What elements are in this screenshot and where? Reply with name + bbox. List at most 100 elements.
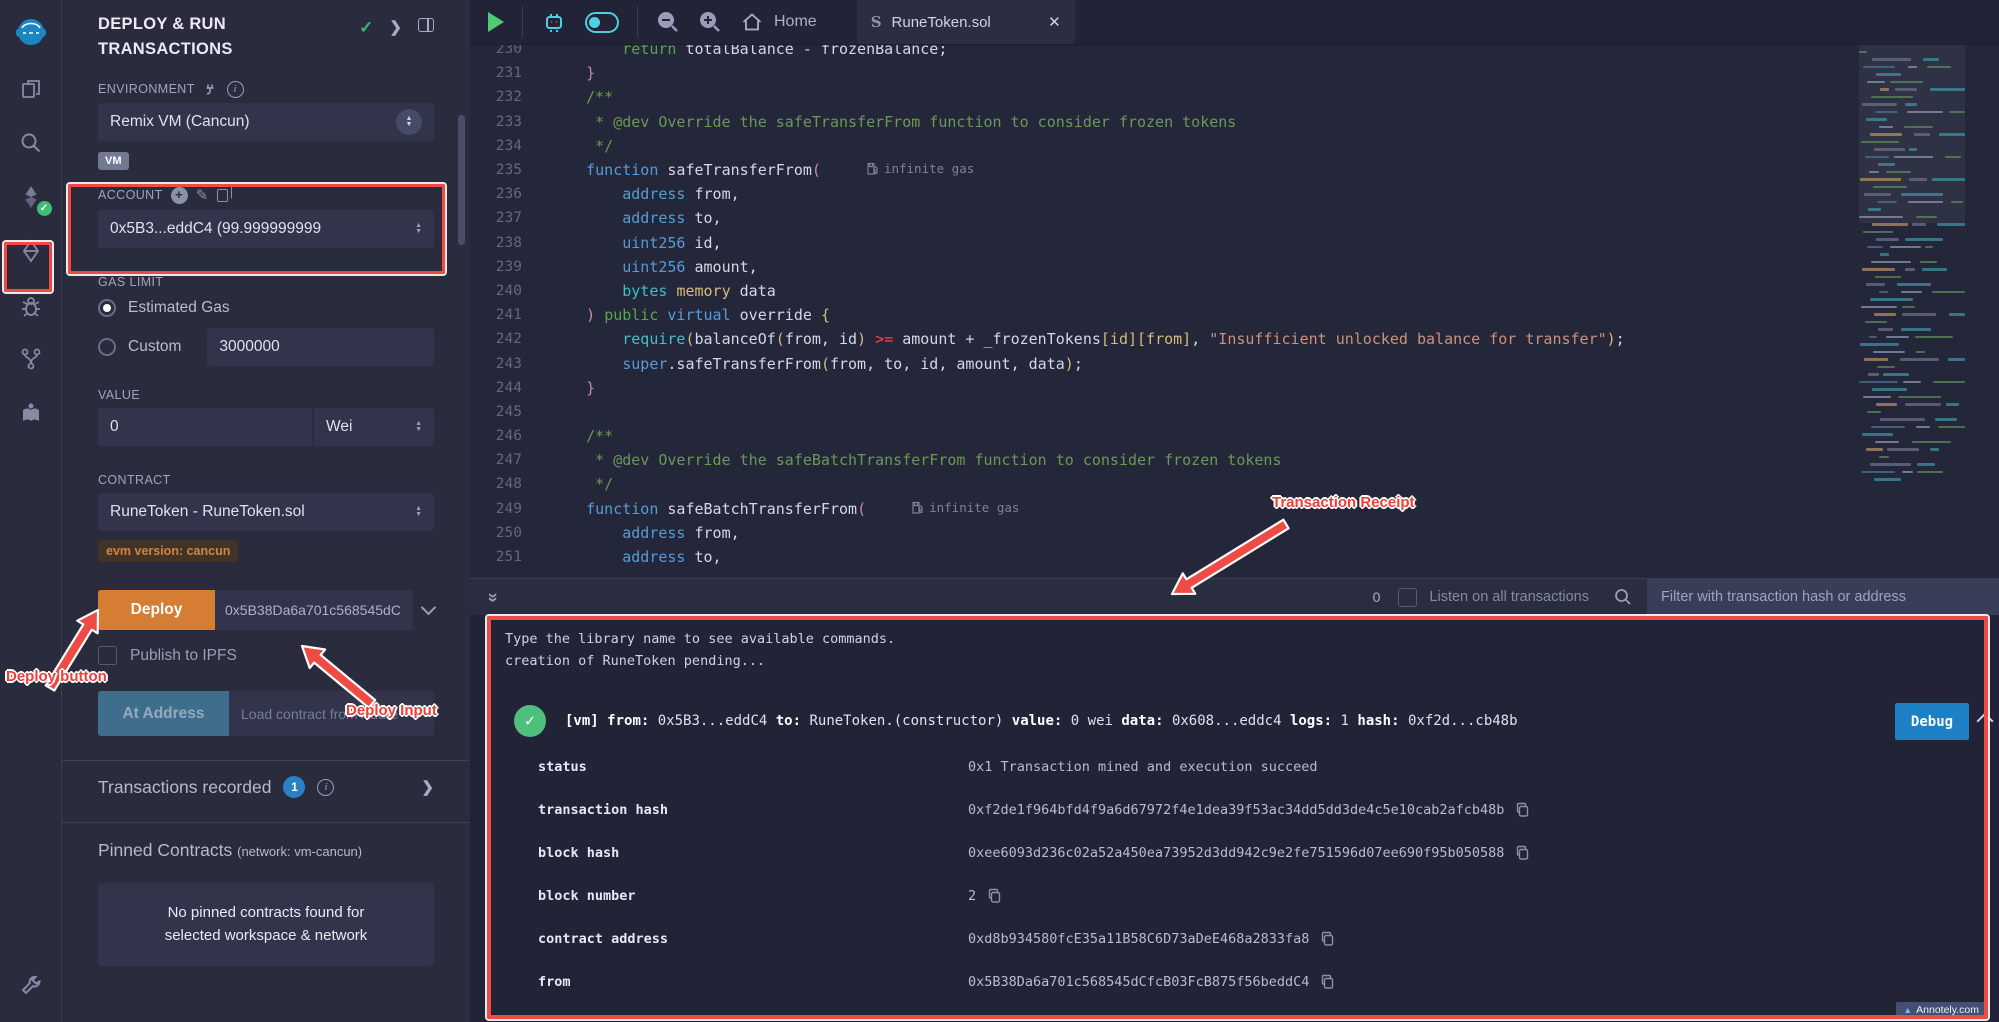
copy-icon[interactable] (1321, 974, 1334, 989)
estimated-gas-radio[interactable]: Estimated Gas (98, 299, 434, 317)
value-unit-select[interactable]: Wei ▲▼ (314, 408, 434, 446)
line-number[interactable]: 230 (470, 45, 522, 57)
transactions-recorded-row[interactable]: Transactions recorded 1 i ❯ (98, 776, 434, 798)
home-tab-label[interactable]: Home (774, 13, 817, 31)
zoom-out-icon[interactable] (656, 10, 680, 34)
line-number[interactable]: 243 (470, 356, 522, 372)
code-line: 246 /** (470, 424, 1999, 448)
zoom-in-icon[interactable] (698, 10, 722, 34)
code-line: 242 require(balanceOf(from, id) >= amoun… (470, 327, 1999, 351)
search-icon[interactable] (0, 116, 62, 170)
line-number[interactable]: 236 (470, 186, 522, 202)
solidity-file-icon: S (871, 13, 882, 31)
line-text: bytes memory data (550, 282, 776, 300)
line-number[interactable]: 245 (470, 404, 522, 420)
terminal[interactable]: Type the library name to see available c… (470, 615, 1999, 1022)
copy-account-icon[interactable] (217, 189, 228, 202)
line-number[interactable]: 239 (470, 259, 522, 275)
code-line: 247 * @dev Override the safeBatchTransfe… (470, 448, 1999, 472)
minimap[interactable] (1859, 45, 1965, 578)
line-number[interactable]: 237 (470, 210, 522, 226)
custom-gas-radio[interactable]: Custom 3000000 (98, 328, 434, 366)
expand-transactions-icon[interactable]: ❯ (421, 778, 434, 796)
code-editor[interactable]: 230 return totalBalance - frozenBalance;… (470, 45, 1999, 578)
line-number[interactable]: 248 (470, 476, 522, 492)
expand-terminal-icon[interactable]: » (483, 592, 504, 602)
at-address-button[interactable]: At Address (98, 691, 229, 736)
publish-ipfs-checkbox[interactable] (98, 646, 117, 665)
code-line: 239 uint256 amount, (470, 255, 1999, 279)
line-number[interactable]: 250 (470, 525, 522, 541)
transaction-summary-row[interactable]: ✓ [vm] from: 0x5B3...eddC4 to: RuneToken… (470, 701, 1999, 741)
contract-select[interactable]: RuneToken - RuneToken.sol ▲▼ (98, 493, 434, 531)
line-number[interactable]: 246 (470, 428, 522, 444)
plugin-manager-icon[interactable] (0, 386, 62, 440)
close-tab-icon[interactable]: ✕ (1048, 13, 1061, 31)
deploy-input[interactable]: 0x5B38Da6a701c568545dC (215, 590, 413, 630)
git-icon[interactable] (0, 332, 62, 386)
line-number[interactable]: 234 (470, 138, 522, 154)
copy-icon[interactable] (1321, 931, 1334, 946)
account-select[interactable]: 0x5B3...eddC4 (99.999999999 ▲▼ (98, 210, 434, 248)
divider (62, 822, 470, 823)
debug-button[interactable]: Debug (1895, 703, 1969, 740)
tab-runetoken[interactable]: S RuneToken.sol ✕ (857, 0, 1075, 44)
home-icon[interactable] (740, 10, 764, 34)
panel-scrollbar[interactable] (458, 115, 465, 245)
line-number[interactable]: 238 (470, 235, 522, 251)
transactions-info-icon[interactable]: i (317, 779, 334, 796)
code-line: 241 ) public virtual override { (470, 303, 1999, 327)
custom-gas-input[interactable]: 3000000 (207, 328, 434, 366)
chevron-right-icon[interactable]: ❯ (389, 18, 402, 36)
transactions-count-badge: 1 (283, 776, 305, 798)
copy-icon[interactable] (1516, 845, 1529, 860)
receipt-value: 0xee6093d236c02a52a450ea73952d3dd942c9e2… (968, 845, 1529, 861)
terminal-filter-input[interactable] (1647, 579, 1999, 616)
add-account-icon[interactable]: + (171, 187, 188, 204)
debugger-icon[interactable] (0, 278, 62, 332)
file-explorer-icon[interactable] (0, 62, 62, 116)
expand-constructor-icon[interactable] (421, 599, 437, 615)
collapse-receipt-icon[interactable] (1977, 713, 1994, 730)
ai-toggle[interactable] (585, 12, 619, 33)
remix-logo[interactable] (0, 6, 62, 62)
line-number[interactable]: 249 (470, 501, 522, 517)
copy-icon[interactable] (1516, 802, 1529, 817)
chevron-updown-icon: ▲▼ (415, 506, 422, 518)
line-text: ) public virtual override { (550, 306, 830, 324)
solidity-compiler-icon[interactable]: ✓ (0, 170, 62, 224)
environment-select[interactable]: Remix VM (Cancun) ▲▼ (98, 103, 434, 141)
publish-ipfs-row[interactable]: Publish to IPFS (98, 646, 434, 665)
line-number[interactable]: 232 (470, 89, 522, 105)
line-number[interactable]: 251 (470, 549, 522, 565)
code-line: 233 * @dev Override the safeTransferFrom… (470, 110, 1999, 134)
deploy-run-icon[interactable] (0, 224, 62, 278)
line-text: function safeBatchTransferFrom(infinite … (550, 500, 1019, 518)
plug-icon[interactable] (203, 82, 217, 96)
line-number[interactable]: 247 (470, 452, 522, 468)
line-number[interactable]: 242 (470, 331, 522, 347)
edit-account-icon[interactable]: ✎ (196, 186, 209, 204)
annotely-logo: ▲ (1903, 1005, 1912, 1015)
receipt-key: block number (538, 888, 636, 904)
line-number[interactable]: 241 (470, 307, 522, 323)
line-number[interactable]: 233 (470, 114, 522, 130)
ai-assistant-icon[interactable] (541, 9, 567, 35)
value-input[interactable]: 0 (98, 408, 312, 446)
line-number[interactable]: 231 (470, 65, 522, 81)
split-panel-icon[interactable] (418, 18, 434, 32)
at-address-input[interactable] (229, 691, 434, 736)
copy-icon[interactable] (988, 888, 1001, 903)
listen-all-label: Listen on all transactions (1429, 589, 1589, 605)
line-number[interactable]: 244 (470, 380, 522, 396)
run-script-icon[interactable] (488, 12, 504, 32)
line-number[interactable]: 240 (470, 283, 522, 299)
environment-info-icon[interactable]: i (227, 81, 244, 98)
receipt-key: from (538, 974, 571, 990)
listen-all-checkbox[interactable] (1398, 588, 1417, 607)
line-text: */ (550, 475, 613, 493)
settings-icon[interactable] (0, 960, 62, 1014)
deploy-button[interactable]: Deploy (98, 590, 215, 630)
line-text: /** (550, 88, 613, 106)
line-number[interactable]: 235 (470, 162, 522, 178)
